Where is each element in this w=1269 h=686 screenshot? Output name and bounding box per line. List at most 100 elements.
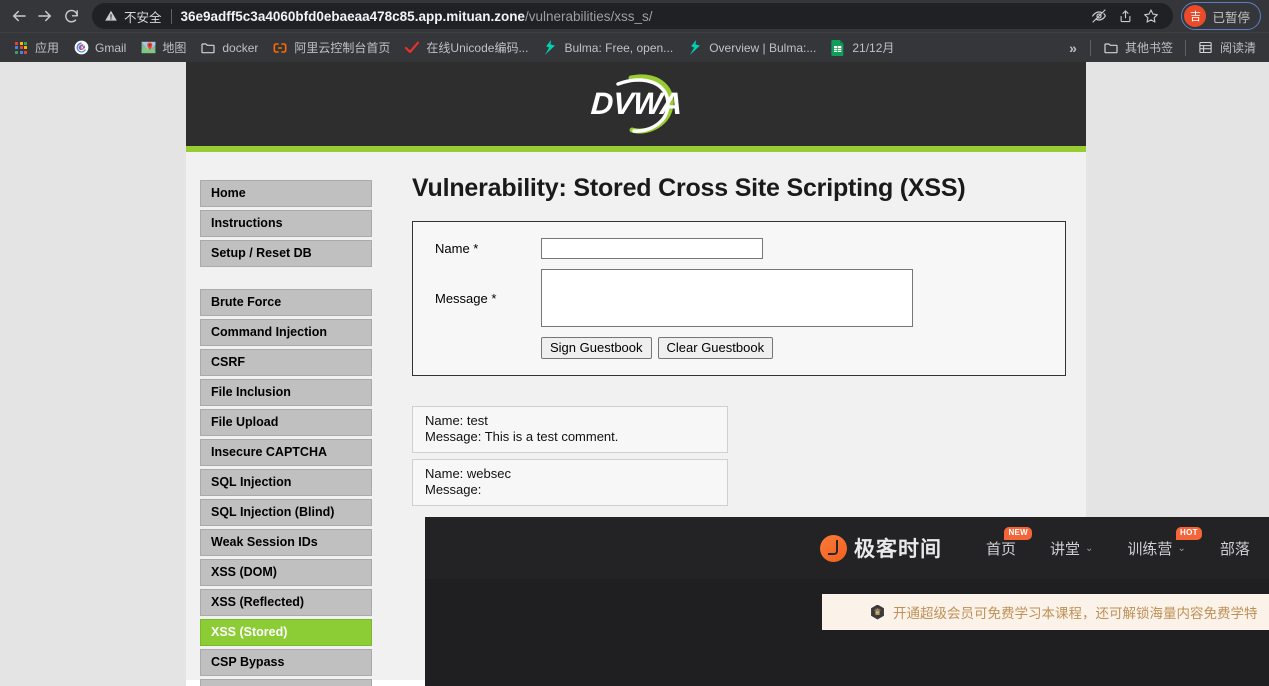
geektime-nav-lectures[interactable]: 讲堂 ⌄	[1050, 538, 1093, 559]
message-label: Message *	[435, 269, 541, 306]
bookmark-label: 在线Unicode编码...	[426, 39, 528, 56]
geektime-nav-label: 训练营	[1127, 538, 1172, 559]
geektime-nav-label: 部落	[1220, 538, 1250, 559]
apps-grid-icon	[13, 40, 29, 56]
reading-list-button[interactable]: 阅读清	[1191, 36, 1263, 59]
crown-badge-icon: ♛	[870, 605, 885, 620]
profile-chip[interactable]: 吉 已暂停	[1181, 2, 1261, 30]
sidebar-group-main: Home Instructions Setup / Reset DB	[200, 180, 386, 267]
sidebar-item-xss-reflected[interactable]: XSS (Reflected)	[200, 589, 372, 616]
message-textarea[interactable]	[541, 269, 913, 327]
bookmark-label: Bulma: Free, open...	[564, 41, 673, 55]
not-secure-warning-icon	[104, 9, 118, 23]
bulma-icon	[542, 40, 558, 56]
dvwa-logo: DVWA	[576, 70, 696, 138]
check-icon	[404, 40, 420, 56]
back-button[interactable]	[6, 3, 32, 29]
address-bar[interactable]: 不安全 36e9adff5c3a4060bfd0ebaeaa478c85.app…	[92, 3, 1173, 29]
omnibox-divider	[171, 9, 172, 24]
clear-guestbook-button[interactable]: Clear Guestbook	[658, 337, 774, 359]
bookmark-label: Gmail	[95, 41, 126, 55]
page-viewport: DVWA Home Instructions Setup / Reset DB …	[0, 62, 1269, 686]
geektime-nav-label: 讲堂	[1050, 538, 1080, 559]
gmail-icon	[73, 40, 89, 56]
name-row: Name *	[435, 238, 1047, 259]
reading-list-icon	[1198, 40, 1214, 56]
browser-toolbar: 不安全 36e9adff5c3a4060bfd0ebaeaa478c85.app…	[0, 0, 1269, 32]
dvwa-logo-text: DVWA	[589, 86, 683, 122]
sidebar-item-xss-stored[interactable]: XSS (Stored)	[200, 619, 372, 646]
bookmark-maps[interactable]: 地图	[133, 36, 193, 59]
guestbook-entry: Name: websec Message:	[412, 459, 728, 506]
geektime-membership-banner[interactable]: ♛ 开通超级会员可免费学习本课程，还可解锁海量内容免费学特	[822, 594, 1269, 630]
sidebar-item-setup-reset-db[interactable]: Setup / Reset DB	[200, 240, 372, 267]
guestbook-entry: Name: test Message: This is a test comme…	[412, 406, 728, 453]
sidebar-item-command-injection[interactable]: Command Injection	[200, 319, 372, 346]
bookmarks-bar: 应用 Gmail 地图	[0, 32, 1269, 62]
bookmark-unicode-encoder[interactable]: 在线Unicode编码...	[397, 36, 535, 59]
omnibox-action-icons	[1087, 4, 1163, 28]
chevron-down-icon: ⌄	[1085, 543, 1093, 554]
bookmark-docker[interactable]: docker	[193, 37, 265, 59]
chevron-down-icon: ⌄	[1177, 543, 1185, 554]
sidebar-item-brute-force[interactable]: Brute Force	[200, 289, 372, 316]
star-icon[interactable]	[1139, 4, 1163, 28]
bookmark-label: 阿里云控制台首页	[294, 39, 390, 56]
geektime-navbar: 极客时间 首页 NEW 讲堂 ⌄ 训练营 ⌄ HOT 部落	[425, 517, 1269, 579]
eye-off-icon[interactable]	[1087, 4, 1111, 28]
dvwa-sidebar: Home Instructions Setup / Reset DB Brute…	[186, 152, 386, 680]
maps-icon	[140, 40, 156, 56]
name-input[interactable]	[541, 238, 763, 259]
back-arrow-icon	[10, 7, 28, 25]
bulma-icon	[687, 40, 703, 56]
forward-arrow-icon	[36, 7, 54, 25]
new-badge: NEW	[1004, 527, 1032, 540]
sidebar-item-xss-dom[interactable]: XSS (DOM)	[200, 559, 372, 586]
sidebar-group-vulnerabilities: Brute Force Command Injection CSRF File …	[200, 289, 386, 686]
bookmarks-divider	[1185, 40, 1186, 56]
sidebar-item-sql-injection-blind[interactable]: SQL Injection (Blind)	[200, 499, 372, 526]
sign-guestbook-button[interactable]: Sign Guestbook	[541, 337, 652, 359]
bookmarks-overflow-button[interactable]: »	[1061, 38, 1085, 58]
geektime-logo[interactable]: 极客时间	[820, 533, 942, 563]
geektime-mark-icon	[820, 535, 847, 562]
sync-status-label: 已暂停	[1212, 7, 1250, 26]
geektime-nav-tribe[interactable]: 部落	[1220, 538, 1250, 559]
bookmark-gmail[interactable]: Gmail	[66, 37, 133, 59]
message-row: Message *	[435, 269, 1047, 327]
sidebar-item-file-upload[interactable]: File Upload	[200, 409, 372, 436]
share-icon[interactable]	[1113, 4, 1137, 28]
folder-icon	[200, 40, 216, 56]
bookmark-other-bookmarks[interactable]: 其他书签	[1096, 36, 1180, 59]
guestbook-entry-name: Name: test	[425, 413, 717, 429]
bookmark-sheets[interactable]: 21/12月	[823, 36, 901, 59]
sidebar-item-instructions[interactable]: Instructions	[200, 210, 372, 237]
sidebar-item-csrf[interactable]: CSRF	[200, 349, 372, 376]
bookmark-bulma-overview[interactable]: Overview | Bulma:...	[680, 37, 823, 59]
guestbook-entry-message: Message:	[425, 482, 717, 498]
sidebar-item-weak-session-ids[interactable]: Weak Session IDs	[200, 529, 372, 556]
bookmark-bulma-home[interactable]: Bulma: Free, open...	[535, 37, 680, 59]
geektime-nav-bootcamp[interactable]: 训练营 ⌄ HOT	[1127, 538, 1185, 559]
bookmark-aliyun[interactable]: 阿里云控制台首页	[265, 36, 397, 59]
geektime-nav-links: 首页 NEW 讲堂 ⌄ 训练营 ⌄ HOT 部落	[986, 538, 1269, 559]
sidebar-item-insecure-captcha[interactable]: Insecure CAPTCHA	[200, 439, 372, 466]
url-host: 36e9adff5c3a4060bfd0ebaeaa478c85.app.mit…	[181, 9, 525, 24]
bookmark-label: docker	[222, 41, 258, 55]
sidebar-item-home[interactable]: Home	[200, 180, 372, 207]
bookmark-label: Overview | Bulma:...	[709, 41, 816, 55]
bookmark-label: 21/12月	[852, 39, 894, 56]
bookmark-apps[interactable]: 应用	[6, 36, 66, 59]
forward-button[interactable]	[32, 3, 58, 29]
reload-button[interactable]	[58, 3, 84, 29]
form-button-row: Sign Guestbook Clear Guestbook	[541, 337, 1047, 359]
guestbook-form-panel: Name * Message * Sign Guestbook Clear Gu…	[412, 221, 1066, 376]
sidebar-item-javascript[interactable]: JavaScript	[200, 679, 372, 686]
sidebar-item-file-inclusion[interactable]: File Inclusion	[200, 379, 372, 406]
geektime-nav-home[interactable]: 首页 NEW	[986, 538, 1016, 559]
bookmark-label: 地图	[162, 39, 186, 56]
sidebar-item-csp-bypass[interactable]: CSP Bypass	[200, 649, 372, 676]
sidebar-item-sql-injection[interactable]: SQL Injection	[200, 469, 372, 496]
sheets-icon	[830, 40, 846, 56]
bookmark-label: 其他书签	[1125, 39, 1173, 56]
